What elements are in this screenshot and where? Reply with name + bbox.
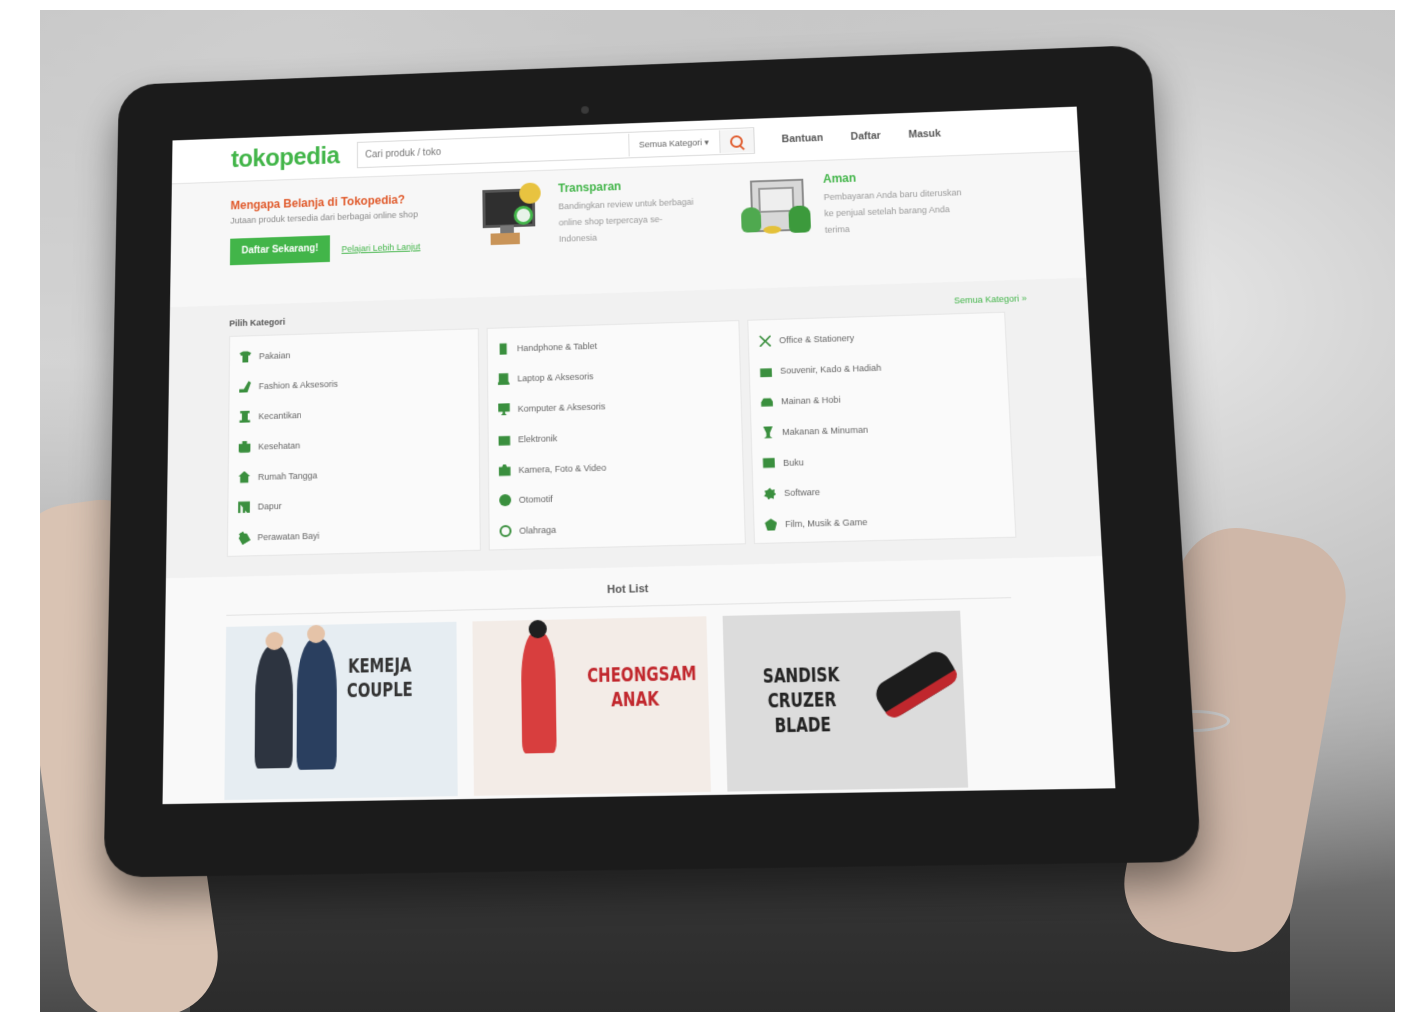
tv-icon (498, 433, 510, 445)
hot-list-card-cheongsam-anak[interactable]: CHEONGSAM ANAK (472, 616, 711, 796)
category-heading: Pilih Kategori (229, 316, 286, 329)
monitor-icon (498, 403, 510, 415)
category-label: Fashion & Aksesoris (258, 379, 338, 392)
category-label: Mainan & Hobi (781, 394, 841, 407)
search-icon (729, 134, 744, 148)
nav-register[interactable]: Daftar (851, 130, 881, 143)
category-column: Handphone & Tablet Laptop & Aksesoris Ko… (486, 320, 747, 551)
category-label: Buku (782, 456, 805, 468)
shirt-icon (240, 351, 252, 363)
nav-login[interactable]: Masuk (908, 128, 941, 141)
site-logo[interactable]: tokopedia (231, 142, 339, 173)
phone-icon (497, 343, 509, 355)
feature-desc: Pembayaran Anda baru diteruskan ke penju… (823, 187, 962, 235)
search-button[interactable] (718, 129, 754, 154)
model-photo (520, 631, 557, 754)
tablet-device: tokopedia Semua Kategori ▾ Bantuan Dafta… (103, 44, 1202, 878)
tablet-screen: tokopedia Semua Kategori ▾ Bantuan Dafta… (162, 106, 1116, 805)
hot-card-label: SANDISK CRUZER BLADE (757, 663, 848, 739)
scissors-icon (759, 335, 771, 347)
category-label: Makanan & Minuman (782, 424, 869, 437)
laptop-icon (498, 373, 510, 385)
ball-icon (499, 525, 512, 538)
model-photo (296, 638, 337, 770)
house-icon (238, 471, 250, 483)
health-icon (239, 441, 251, 453)
hot-card-label: KEMEJA COUPLE (345, 653, 415, 703)
category-label: Otomotif (518, 494, 553, 506)
software-icon (764, 488, 776, 500)
category-item[interactable]: Olahraga (489, 510, 745, 547)
header-nav: Bantuan Daftar Masuk (782, 128, 942, 145)
hot-card-line: CHEONGSAM (586, 662, 697, 688)
category-label: Souvenir, Kado & Hadiah (780, 363, 882, 376)
learn-more-link[interactable]: Pelajari Lebih Lanjut (341, 242, 420, 254)
hot-list-cards: KEMEJA COUPLE CHEONGSAM ANAK SANDISK CRUZER… (224, 610, 969, 801)
hot-list-title: Hot List (606, 583, 649, 597)
category-label: Laptop & Aksesoris (517, 371, 594, 384)
category-label: Komputer & Aksesoris (517, 401, 606, 414)
category-section: Pilih Kategori Semua Kategori » Pakaian … (165, 277, 1103, 579)
category-label: Olahraga (519, 525, 557, 536)
hot-card-line: CRUZER BLADE (767, 688, 837, 738)
category-grid: Pakaian Fashion & Aksesoris Kecantikan K… (226, 311, 1017, 557)
safe-illustration-icon (740, 173, 812, 237)
category-column: Office & Stationery Souvenir, Kado & Had… (747, 311, 1017, 545)
category-select-label: Semua Kategori (638, 137, 703, 150)
category-label: Rumah Tangga (257, 470, 318, 482)
nav-help[interactable]: Bantuan (782, 132, 824, 145)
intro-subtitle: Jutaan produk tersedia dari berbagai onl… (230, 209, 418, 226)
hot-card-line: COUPLE (346, 678, 413, 703)
category-label: Kesehatan (258, 440, 301, 452)
category-label: Handphone & Tablet (516, 341, 598, 354)
usb-drive-icon (870, 646, 961, 722)
category-select[interactable]: Semua Kategori ▾ (627, 130, 720, 157)
intro-title: Mengapa Belanja di Tokopedia? (230, 192, 405, 213)
toy-car-icon (761, 396, 773, 408)
category-label: Perawatan Bayi (257, 530, 320, 543)
category-column: Pakaian Fashion & Aksesoris Kecantikan K… (226, 328, 481, 557)
steering-icon (498, 494, 511, 507)
category-label: Pakaian (258, 350, 291, 362)
hot-card-line: KEMEJA (348, 654, 412, 678)
monitor-illustration-icon (477, 182, 544, 246)
search-input[interactable] (357, 133, 629, 167)
film-icon (765, 518, 778, 530)
beauty-icon (239, 411, 251, 423)
hot-card-line: ANAK (611, 687, 660, 712)
hot-list-card-kemeja-couple[interactable]: KEMEJA COUPLE (224, 621, 458, 801)
category-label: Software (784, 487, 821, 499)
front-camera (581, 106, 589, 114)
category-label: Dapur (257, 501, 282, 512)
category-label: Office & Stationery (779, 333, 855, 346)
feature-title: Aman (822, 171, 857, 186)
camera-icon (499, 464, 511, 476)
category-label: Kamera, Foto & Video (518, 462, 607, 475)
category-item[interactable]: Film, Musik & Game (754, 503, 1015, 541)
gift-icon (760, 365, 772, 377)
category-item[interactable]: Perawatan Bayi (228, 517, 480, 554)
model-photo (254, 645, 294, 769)
baby-bottle-icon (236, 530, 252, 546)
category-label: Film, Musik & Game (785, 517, 868, 530)
book-icon (763, 457, 775, 469)
hot-list-card-sandisk-cruzer-blade[interactable]: SANDISK CRUZER BLADE (722, 610, 969, 792)
shoe-icon (239, 381, 251, 393)
cup-icon (762, 426, 774, 438)
hot-card-line: SANDISK (762, 663, 840, 688)
category-label: Kecantikan (258, 410, 302, 422)
search-bar: Semua Kategori ▾ (356, 127, 755, 169)
hot-list-section: Hot List KEMEJA COUPLE CHEONGSAM ANAK SA… (162, 556, 1116, 805)
feature-desc: Bandingkan review untuk berbagai online … (558, 196, 694, 244)
all-categories-link[interactable]: Semua Kategori » (954, 293, 1027, 305)
register-now-button[interactable]: Daftar Sekarang! (229, 235, 330, 266)
feature-title: Transparan (558, 179, 622, 196)
category-label: Elektronik (517, 433, 558, 445)
fork-icon (238, 501, 250, 513)
hot-card-label: CHEONGSAM ANAK (587, 662, 697, 713)
photo-background: tokopedia Semua Kategori ▾ Bantuan Dafta… (40, 10, 1395, 1012)
